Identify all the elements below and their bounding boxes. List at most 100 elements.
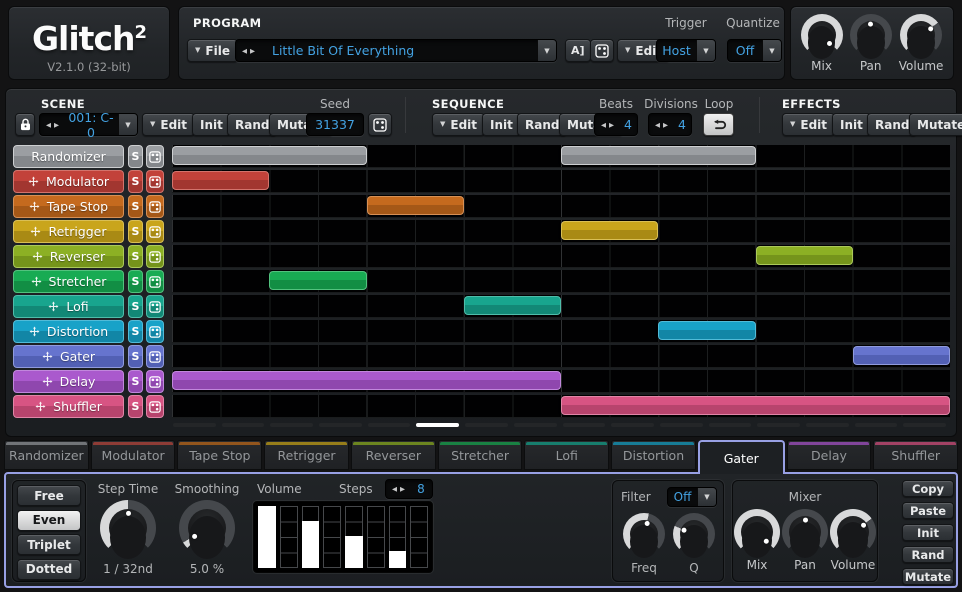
track-grid-delay[interactable] bbox=[172, 370, 950, 393]
tab-shuffler[interactable]: Shuffler bbox=[873, 440, 958, 470]
pattern-block[interactable] bbox=[172, 171, 269, 190]
track-label-distortion[interactable]: Distortion bbox=[13, 320, 124, 343]
solo-button-modulator[interactable]: S bbox=[128, 170, 143, 193]
track-label-delay[interactable]: Delay bbox=[13, 370, 124, 393]
dice-button-gater[interactable] bbox=[146, 345, 164, 368]
pattern-block[interactable] bbox=[269, 271, 366, 290]
dice-button-lofi[interactable] bbox=[146, 295, 164, 318]
trigger-select[interactable]: Host ▼ bbox=[656, 39, 716, 62]
track-label-retrigger[interactable]: Retrigger bbox=[13, 220, 124, 243]
track-grid-retrigger[interactable] bbox=[172, 220, 950, 243]
track-grid-distortion[interactable] bbox=[172, 320, 950, 343]
randomize-program-button[interactable] bbox=[590, 39, 614, 62]
volume-step[interactable] bbox=[389, 506, 407, 568]
loop-toggle[interactable] bbox=[703, 113, 734, 136]
chevron-down-icon[interactable]: ▼ bbox=[762, 40, 781, 61]
track-grid-lofi[interactable] bbox=[172, 295, 950, 318]
track-label-stretcher[interactable]: Stretcher bbox=[13, 270, 124, 293]
prev-next-icons[interactable]: ◀▶ bbox=[386, 485, 410, 493]
chevron-down-icon[interactable]: ▼ bbox=[118, 114, 137, 135]
track-grid-stretcher[interactable] bbox=[172, 270, 950, 293]
scene-edit-button[interactable]: ▼Edit bbox=[142, 113, 195, 136]
track-grid-gater[interactable] bbox=[172, 345, 950, 368]
dice-button-randomizer[interactable] bbox=[146, 145, 164, 168]
copy-button[interactable]: Copy bbox=[902, 480, 954, 497]
smoothing-knob[interactable] bbox=[179, 500, 235, 556]
pattern-block[interactable] bbox=[561, 221, 658, 240]
tab-distortion[interactable]: Distortion bbox=[611, 440, 696, 470]
prev-next-icons[interactable]: ◀▶ bbox=[595, 121, 619, 129]
volume-knob[interactable] bbox=[830, 509, 876, 555]
dice-button-stretcher[interactable] bbox=[146, 270, 164, 293]
volume-step[interactable] bbox=[323, 506, 341, 568]
pan-knob[interactable] bbox=[782, 509, 828, 555]
tab-gater[interactable]: Gater bbox=[698, 440, 785, 474]
mode-button-triplet[interactable]: Triplet bbox=[17, 534, 81, 555]
mix-knob[interactable] bbox=[801, 14, 843, 56]
sequence-init-button[interactable]: Init bbox=[482, 113, 521, 136]
seed-dice-button[interactable] bbox=[368, 113, 392, 136]
mix-knob[interactable] bbox=[734, 509, 780, 555]
mode-button-even[interactable]: Even bbox=[17, 510, 81, 531]
steps-stepper[interactable]: ◀▶ 8 bbox=[385, 479, 433, 499]
pattern-block[interactable] bbox=[367, 196, 464, 215]
prev-next-icons[interactable]: ◀▶ bbox=[40, 121, 64, 129]
step-time-knob[interactable] bbox=[100, 500, 156, 556]
scene-lock-button[interactable] bbox=[15, 113, 35, 136]
tab-randomizer[interactable]: Randomizer bbox=[4, 440, 89, 470]
volume-step-display[interactable] bbox=[253, 501, 433, 573]
filter-select[interactable]: Off ▼ bbox=[667, 487, 717, 507]
track-label-shuffler[interactable]: Shuffler bbox=[13, 395, 124, 418]
beats-stepper[interactable]: ◀▶ 4 bbox=[594, 113, 638, 136]
scene-selector[interactable]: ◀▶ 001: C-0 ▼ bbox=[39, 113, 138, 136]
pattern-block[interactable] bbox=[172, 371, 561, 390]
solo-button-randomizer[interactable]: S bbox=[128, 145, 143, 168]
effects-edit-button[interactable]: ▼Edit bbox=[782, 113, 835, 136]
dice-button-modulator[interactable] bbox=[146, 170, 164, 193]
pattern-block[interactable] bbox=[172, 146, 367, 165]
rand-button[interactable]: Rand bbox=[902, 546, 954, 563]
track-label-reverser[interactable]: Reverser bbox=[13, 245, 124, 268]
tab-stretcher[interactable]: Stretcher bbox=[438, 440, 523, 470]
mutate-button[interactable]: Mutate bbox=[902, 568, 954, 585]
chevron-down-icon[interactable]: ▼ bbox=[696, 40, 715, 61]
track-label-tape-stop[interactable]: Tape Stop bbox=[13, 195, 124, 218]
effects-mutate-button[interactable]: Mutate bbox=[909, 113, 962, 136]
tab-delay[interactable]: Delay bbox=[787, 440, 872, 470]
track-grid-reverser[interactable] bbox=[172, 245, 950, 268]
track-label-randomizer[interactable]: Randomizer bbox=[13, 145, 124, 168]
pattern-block[interactable] bbox=[464, 296, 561, 315]
seed-field[interactable]: 31337 bbox=[306, 113, 364, 136]
tab-retrigger[interactable]: Retrigger bbox=[264, 440, 349, 470]
effects-init-button[interactable]: Init bbox=[832, 113, 871, 136]
mode-button-free[interactable]: Free bbox=[17, 485, 81, 506]
solo-button-retrigger[interactable]: S bbox=[128, 220, 143, 243]
mode-button-dotted[interactable]: Dotted bbox=[17, 559, 81, 580]
dice-button-retrigger[interactable] bbox=[146, 220, 164, 243]
scene-init-button[interactable]: Init bbox=[192, 113, 231, 136]
quantize-select[interactable]: Off ▼ bbox=[727, 39, 782, 62]
track-grid-shuffler[interactable] bbox=[172, 395, 950, 418]
tab-modulator[interactable]: Modulator bbox=[91, 440, 176, 470]
track-label-gater[interactable]: Gater bbox=[13, 345, 124, 368]
pan-knob[interactable] bbox=[850, 14, 892, 56]
pattern-block[interactable] bbox=[658, 321, 755, 340]
pattern-block[interactable] bbox=[853, 346, 950, 365]
rename-button[interactable]: A] bbox=[565, 39, 591, 62]
solo-button-delay[interactable]: S bbox=[128, 370, 143, 393]
solo-button-reverser[interactable]: S bbox=[128, 245, 143, 268]
solo-button-lofi[interactable]: S bbox=[128, 295, 143, 318]
chevron-down-icon[interactable]: ▼ bbox=[697, 488, 716, 506]
init-button[interactable]: Init bbox=[902, 524, 954, 541]
pattern-block[interactable] bbox=[561, 146, 756, 165]
track-grid-randomizer[interactable] bbox=[172, 145, 950, 168]
filter-q-knob[interactable] bbox=[673, 513, 715, 555]
pattern-block[interactable] bbox=[756, 246, 853, 265]
sequence-edit-button[interactable]: ▼Edit bbox=[432, 113, 485, 136]
pattern-block[interactable] bbox=[561, 396, 950, 415]
solo-button-stretcher[interactable]: S bbox=[128, 270, 143, 293]
divisions-stepper[interactable]: ◀▶ 4 bbox=[648, 113, 692, 136]
track-label-lofi[interactable]: Lofi bbox=[13, 295, 124, 318]
solo-button-distortion[interactable]: S bbox=[128, 320, 143, 343]
paste-button[interactable]: Paste bbox=[902, 502, 954, 519]
